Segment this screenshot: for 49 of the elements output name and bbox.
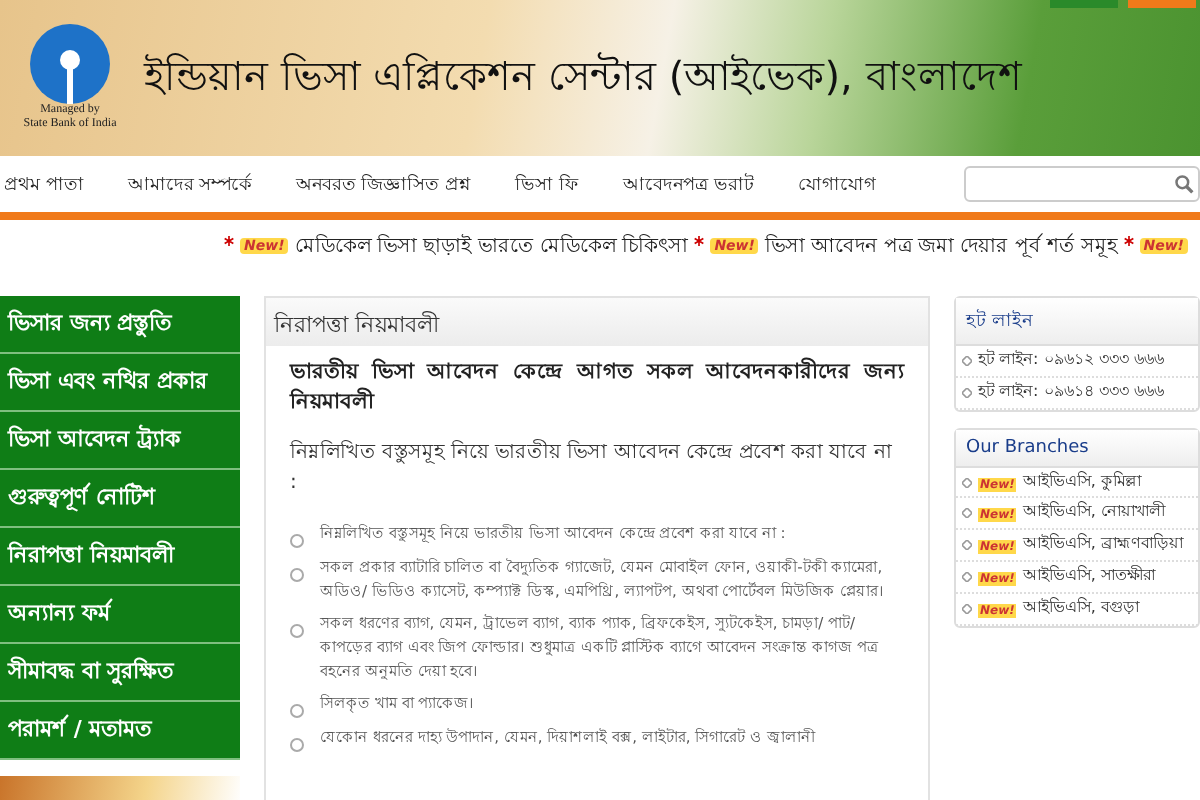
sidebar-item[interactable]: নিরাপত্তা নিয়মাবলী [0,528,240,586]
bullet-icon [290,704,304,719]
hotline-number: হট লাইন: ০৯৬১২ ৩৩৩ ৬৬৬ [978,350,1164,372]
site-title: ইন্ডিয়ান ভিসা এপ্লিকেশন সেন্টার (আইভেক), বাংলাদেশ [144,49,1022,103]
sidebar-item[interactable]: ভিসা আবেদন ট্র্যাক [0,412,240,470]
branch-link[interactable]: আইভিএসি, বগুড়া [1022,597,1139,620]
sidebar-item[interactable]: গুরুত্বপূর্ণ নোটিশ [0,470,240,528]
sidebar-item[interactable]: ভিসা এবং নথির প্রকার [0,354,240,412]
bullet-icon [290,624,304,639]
nav-link[interactable]: প্রথম পাতা [4,169,84,199]
nav-link[interactable]: অনবরত জিজ্ঞাসিত প্রশ্ন [295,169,471,199]
asterisk-icon [694,236,705,246]
search-icon[interactable] [1174,172,1194,196]
sidebar-item[interactable]: সীমাবদ্ধ বা সুরক্ষিত [0,644,240,702]
nav-link[interactable]: আবেদনপত্র ভরাট [622,169,755,199]
bullet-icon [290,534,304,549]
bullet-icon [290,738,304,753]
top-tab[interactable] [1128,0,1196,8]
branch-link[interactable]: আইভিএসি, নোয়াখালী [1022,502,1165,525]
diamond-icon [962,603,972,614]
top-tab[interactable] [1050,0,1118,8]
asterisk-icon [224,236,235,246]
panel-title: হট লাইন [956,298,1198,346]
news-link[interactable]: ভিসা আবেদন পত্র জমা দেয়ার পূর্ব শর্ত সমূহ [764,229,1118,263]
nav-link[interactable]: ভিসা ফি [514,169,579,199]
search-field[interactable] [964,166,1200,202]
panel-title: Our Branches [956,429,1198,468]
sidebar-item[interactable]: অন্যান্য ফর্ম [0,586,240,644]
sidebar-item[interactable]: ভিসার জন্য প্রস্তুতি [0,296,240,354]
nav-link[interactable]: আমাদের সম্পর্কে [127,169,252,199]
rules-heading: ভারতীয় ভিসা আবেদন কেন্দ্রে আগত সকল আবেদনকারীদের জন্য নিয়মাবলী [290,358,904,417]
hotline-number: হট লাইন: ০৯৬১৪ ৩৩৩ ৬৬৬ [978,381,1164,404]
diamond-icon [962,387,972,398]
intro-text: নিম্নলিখিত বস্তুসমূহ নিয়ে ভারতীয় ভিসা আবেদন কেন্দ্রে প্রবেশ করা যাবে না : [290,440,894,498]
bank-logo-icon [30,24,110,105]
asterisk-icon [1123,236,1134,246]
panel-title: নিরাপত্তা নিয়মাবলী [266,298,928,346]
news-link[interactable]: মেডিকেল ভিসা ছাড়াই ভারতে মেডিকেল চিকিৎসা [294,229,689,263]
nav-link[interactable]: যোগাযোগ [798,169,877,199]
diamond-icon [962,508,972,519]
diamond-icon [962,540,972,551]
diamond-icon [962,477,972,488]
branch-link[interactable]: আইভিএসি, ব্রাহ্মণবাড়িয়া [1022,534,1183,556]
diamond-icon [962,571,972,582]
branch-link[interactable]: আইভিএসি, কুমিল্লা [1022,471,1141,493]
bullet-icon [290,568,304,583]
sidebar-item[interactable]: পরামর্শ / মতামত [0,702,240,760]
diamond-icon [962,356,972,366]
branch-link[interactable]: আইভিএসি, সাতক্ষীরা [1022,565,1155,588]
